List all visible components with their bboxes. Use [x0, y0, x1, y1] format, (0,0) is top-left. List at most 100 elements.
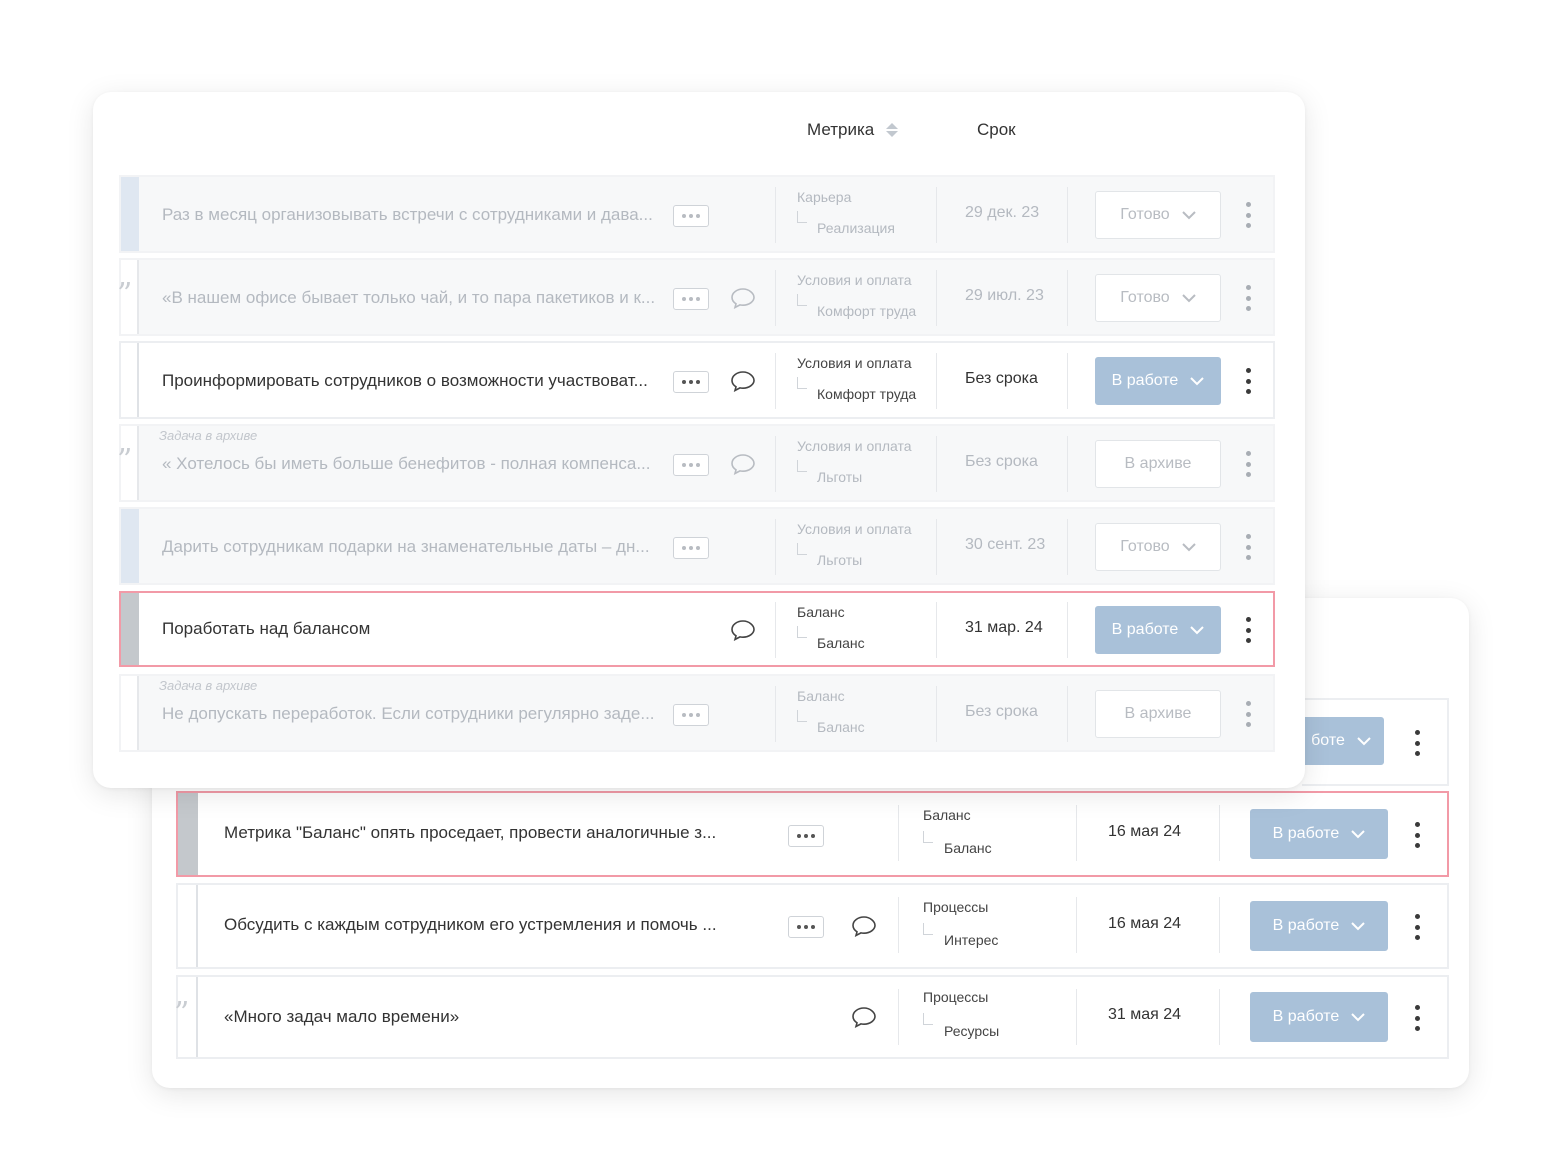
- chevron-down-icon: [1190, 376, 1205, 385]
- table-row[interactable]: Задача в архиве ” « Хотелось бы иметь бо…: [117, 424, 1275, 502]
- comment-icon[interactable]: [851, 915, 877, 937]
- status-dropdown[interactable]: В работе: [1095, 357, 1221, 405]
- row-stripe: [178, 793, 198, 875]
- status-dropdown[interactable]: В работе: [1250, 901, 1388, 951]
- status-dropdown[interactable]: Готово: [1095, 274, 1221, 322]
- task-text: Проинформировать сотрудников о возможнос…: [162, 371, 648, 390]
- table-row[interactable]: Задача в архиве Не допускать переработок…: [119, 674, 1275, 752]
- table-row[interactable]: Обсудить с каждым сотрудником его устрем…: [176, 883, 1449, 969]
- kebab-icon[interactable]: [1411, 822, 1423, 848]
- chevron-down-icon: [1351, 921, 1366, 930]
- tree-line: [797, 294, 807, 306]
- quote-icon: ”: [117, 277, 133, 312]
- deadline: 16 мая 24: [1108, 823, 1182, 840]
- status-dropdown[interactable]: В работе: [1250, 992, 1388, 1042]
- metric-name: Баланс: [923, 807, 971, 823]
- status-dropdown[interactable]: Готово: [1095, 523, 1221, 571]
- kebab-icon[interactable]: [1411, 1005, 1423, 1031]
- divider: [1067, 353, 1068, 409]
- deadline: Без срока: [965, 370, 1038, 387]
- status-dropdown[interactable]: В архиве: [1095, 690, 1221, 738]
- comment-icon[interactable]: [851, 1006, 877, 1028]
- metric-name: Условия и оплата: [797, 272, 912, 288]
- kebab-icon[interactable]: [1242, 701, 1254, 727]
- status-dropdown[interactable]: боте: [1298, 717, 1384, 765]
- more-button[interactable]: [673, 704, 709, 726]
- task-card-front: Метрика Срок Раз в месяц организовывать …: [93, 92, 1305, 788]
- table-row[interactable]: ” «Много задач мало времени» Процессы Ре…: [174, 975, 1449, 1059]
- submetric-name: Реализация: [817, 220, 895, 236]
- table-row[interactable]: Поработать над балансом Баланс Баланс 31…: [119, 591, 1275, 667]
- kebab-icon[interactable]: [1242, 285, 1254, 311]
- table-row[interactable]: Раз в месяц организовывать встречи с сот…: [119, 175, 1275, 253]
- status-dropdown[interactable]: Готово: [1095, 191, 1221, 239]
- comment-icon[interactable]: [730, 453, 756, 475]
- divider: [775, 686, 776, 742]
- status-dropdown[interactable]: В архиве: [1095, 440, 1221, 488]
- column-header-metric[interactable]: Метрика: [807, 120, 899, 140]
- column-header-label: Метрика: [807, 120, 875, 139]
- divider: [936, 519, 937, 575]
- kebab-icon[interactable]: [1242, 617, 1254, 643]
- status-label: В работе: [1111, 621, 1179, 638]
- chevron-down-icon: [1351, 829, 1366, 838]
- status-dropdown[interactable]: В работе: [1250, 809, 1388, 859]
- metric-name: Условия и оплата: [797, 438, 912, 454]
- kebab-icon[interactable]: [1242, 534, 1254, 560]
- divider: [898, 805, 899, 861]
- more-button[interactable]: [673, 205, 709, 227]
- comment-icon[interactable]: [730, 287, 756, 309]
- divider: [936, 686, 937, 742]
- task-text: Обсудить с каждым сотрудником его устрем…: [224, 915, 717, 934]
- kebab-icon[interactable]: [1242, 202, 1254, 228]
- kebab-icon[interactable]: [1242, 451, 1254, 477]
- deadline: 31 мар. 24: [965, 619, 1043, 636]
- more-button[interactable]: [788, 916, 824, 938]
- status-dropdown[interactable]: В работе: [1095, 606, 1221, 654]
- more-button[interactable]: [673, 454, 709, 476]
- task-text: Дарить сотрудникам подарки на знаменател…: [162, 537, 650, 556]
- divider: [1067, 187, 1068, 243]
- table-row[interactable]: Дарить сотрудникам подарки на знаменател…: [119, 507, 1275, 585]
- row-stripe: [178, 885, 198, 967]
- row-stripe: [121, 177, 139, 251]
- more-button[interactable]: [673, 537, 709, 559]
- divider: [775, 270, 776, 326]
- more-button[interactable]: [673, 371, 709, 393]
- divider: [936, 187, 937, 243]
- more-button[interactable]: [788, 825, 824, 847]
- sort-icon[interactable]: [886, 123, 899, 137]
- task-text: Метрика "Баланс" опять проседает, провес…: [224, 823, 717, 842]
- divider: [1219, 989, 1220, 1045]
- kebab-icon[interactable]: [1242, 368, 1254, 394]
- status-label: Готово: [1120, 206, 1170, 223]
- divider: [775, 602, 776, 658]
- deadline: 31 мая 24: [1108, 1006, 1182, 1023]
- metric-name: Условия и оплата: [797, 521, 912, 537]
- status-label: боте: [1311, 732, 1345, 749]
- divider: [1219, 897, 1220, 953]
- table-row[interactable]: Проинформировать сотрудников о возможнос…: [119, 341, 1275, 419]
- status-label: В работе: [1272, 917, 1340, 934]
- row-stripe: [121, 343, 139, 417]
- chevron-down-icon: [1181, 210, 1196, 219]
- comment-icon[interactable]: [730, 619, 756, 641]
- divider: [1067, 270, 1068, 326]
- tree-line: [923, 1013, 933, 1025]
- divider: [1219, 805, 1220, 861]
- more-button[interactable]: [673, 288, 709, 310]
- kebab-icon[interactable]: [1411, 730, 1423, 756]
- metric-name: Баланс: [797, 604, 845, 620]
- tree-line: [797, 377, 807, 389]
- table-row-partial[interactable]: боте: [1298, 698, 1449, 786]
- deadline: Без срока: [965, 453, 1038, 470]
- metric-name: Карьера: [797, 189, 852, 205]
- comment-icon[interactable]: [730, 370, 756, 392]
- column-header-deadline[interactable]: Срок: [977, 120, 1016, 140]
- divider: [936, 602, 937, 658]
- table-row[interactable]: ” «В нашем офисе бывает только чай, и то…: [117, 258, 1275, 336]
- submetric-name: Комфорт труда: [817, 386, 917, 402]
- table-row[interactable]: Метрика "Баланс" опять проседает, провес…: [176, 791, 1449, 877]
- divider: [1067, 686, 1068, 742]
- kebab-icon[interactable]: [1411, 914, 1423, 940]
